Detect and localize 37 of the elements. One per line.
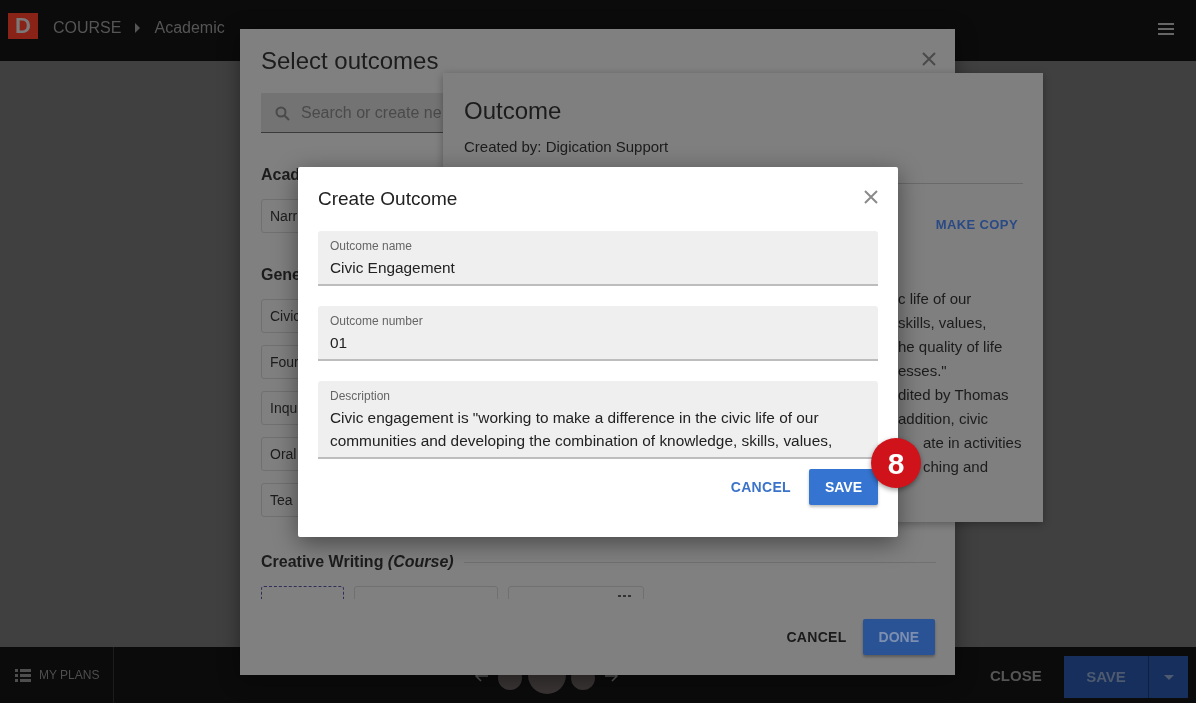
- cancel-button[interactable]: CANCEL: [786, 620, 847, 654]
- description-field[interactable]: Civic engagement is "working to make a difference in the civic life of our communities and developing the combination of knowledge, skills, values,: [330, 406, 866, 453]
- field-label: Outcome name: [330, 239, 414, 253]
- field-label: Outcome number: [330, 314, 424, 329]
- input-field[interactable]: Civic Engagement: [330, 256, 866, 280]
- text-field[interactable]: Outcome number 01: [318, 306, 878, 362]
- close-icon[interactable]: [864, 190, 878, 204]
- description-line: he quality of life: [898, 337, 1004, 357]
- description-line: skills, values,: [898, 313, 988, 333]
- description-line: c life of our: [898, 289, 973, 309]
- my-plans-button[interactable]: MY PLANS: [0, 647, 114, 703]
- dialog-title: Create Outcome: [318, 187, 458, 211]
- done-button[interactable]: DONE: [862, 619, 935, 655]
- description-line: addition, civic: [898, 409, 990, 429]
- panel-title: Outcome: [464, 97, 562, 126]
- close-icon[interactable]: [922, 52, 936, 66]
- field-label: Description: [330, 389, 392, 404]
- text-field[interactable]: Outcome name Civic Engagement: [318, 231, 878, 287]
- menu-icon[interactable]: [1158, 22, 1174, 35]
- caret-icon: [1163, 674, 1174, 680]
- description-line: ate in activities: [923, 433, 1022, 453]
- search-icon: [275, 106, 290, 121]
- close-button[interactable]: CLOSE: [984, 661, 1048, 692]
- input-field[interactable]: 01: [330, 331, 866, 355]
- description-line: dited by Thomas: [898, 385, 1010, 405]
- author-text: Created by: Digication Support: [464, 137, 669, 157]
- cancel-button[interactable]: CANCEL: [730, 470, 791, 504]
- description-line: ching and: [923, 457, 990, 477]
- save-button[interactable]: SAVE: [808, 469, 878, 506]
- list-icon: [15, 668, 31, 682]
- breadcrumb-item: Academic: [154, 17, 225, 38]
- text-field[interactable]: Description Civic engagement is "working to make a difference in the civic life of our communities and developing the combination of knowledge, skills, values,: [318, 381, 878, 460]
- dialog-title: Select outcomes: [261, 47, 439, 76]
- description-line: esses.": [898, 361, 948, 381]
- section-title: Creative Writing (Course): [261, 552, 454, 572]
- breadcrumb-link[interactable]: COURSE: [53, 15, 122, 40]
- chevron-icon: [135, 22, 141, 33]
